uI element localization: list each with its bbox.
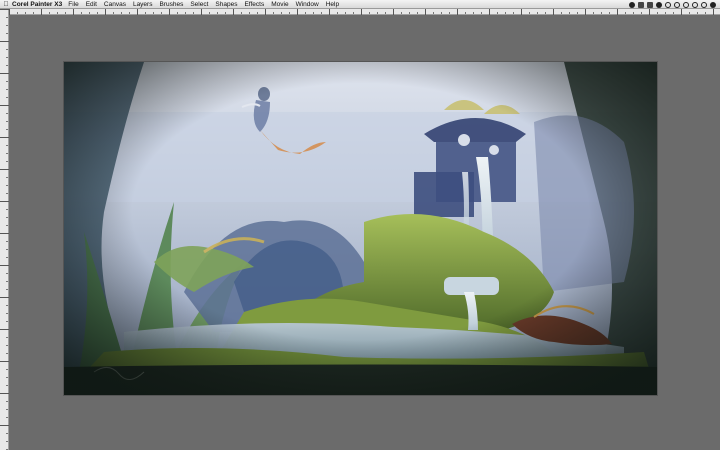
ruler-tick bbox=[681, 9, 682, 15]
menu-window[interactable]: Window bbox=[296, 1, 319, 8]
ruler-tick bbox=[0, 137, 9, 138]
ruler-tick bbox=[201, 9, 202, 15]
ruler-tick bbox=[137, 9, 138, 15]
menu-layers[interactable]: Layers bbox=[133, 1, 153, 8]
ruler-tick bbox=[0, 201, 9, 202]
ruler-tick bbox=[361, 9, 362, 15]
ruler-tick bbox=[0, 393, 9, 394]
menu-help[interactable]: Help bbox=[326, 1, 339, 8]
ruler-tick bbox=[489, 9, 490, 15]
ruler-tick bbox=[265, 9, 266, 15]
ruler-tick bbox=[457, 9, 458, 15]
ruler-tick bbox=[393, 9, 394, 15]
status-icon-10[interactable] bbox=[710, 1, 716, 8]
ruler-tick bbox=[553, 9, 554, 15]
status-icon-5[interactable] bbox=[665, 1, 671, 8]
ruler-tick bbox=[73, 9, 74, 15]
vertical-ruler[interactable] bbox=[0, 9, 9, 450]
ruler-tick bbox=[0, 233, 9, 234]
menu-file[interactable]: File bbox=[68, 1, 78, 8]
ruler-tick bbox=[0, 329, 9, 330]
menu-brushes[interactable]: Brushes bbox=[159, 1, 183, 8]
ruler-tick bbox=[585, 9, 586, 15]
status-icon-6[interactable] bbox=[674, 1, 680, 8]
menu-bar:  Corel Painter X3 File Edit Canvas Laye… bbox=[0, 0, 720, 9]
ruler-tick bbox=[649, 9, 650, 15]
status-icon-3[interactable] bbox=[647, 1, 653, 8]
ruler-tick bbox=[297, 9, 298, 15]
ruler-tick bbox=[9, 9, 10, 15]
painting-canvas[interactable] bbox=[64, 62, 657, 395]
ruler-tick bbox=[0, 73, 9, 74]
ruler-tick bbox=[0, 169, 9, 170]
menu-canvas[interactable]: Canvas bbox=[104, 1, 126, 8]
menu-shapes[interactable]: Shapes bbox=[215, 1, 237, 8]
ruler-tick bbox=[521, 9, 522, 15]
ruler-tick bbox=[425, 9, 426, 15]
menu-edit[interactable]: Edit bbox=[86, 1, 97, 8]
menu-effects[interactable]: Effects bbox=[244, 1, 264, 8]
ruler-tick bbox=[169, 9, 170, 15]
ruler-tick bbox=[0, 265, 9, 266]
ruler-tick bbox=[0, 105, 9, 106]
status-icon-2[interactable] bbox=[638, 1, 644, 8]
menu-app-name[interactable]: Corel Painter X3 bbox=[12, 1, 62, 8]
ruler-tick bbox=[41, 9, 42, 15]
menu-select[interactable]: Select bbox=[190, 1, 208, 8]
ruler-tick bbox=[617, 9, 618, 15]
status-icon-1[interactable] bbox=[629, 1, 635, 8]
ruler-tick bbox=[105, 9, 106, 15]
status-icon-4[interactable] bbox=[656, 1, 662, 8]
ruler-tick bbox=[0, 41, 9, 42]
ruler-tick bbox=[713, 9, 714, 15]
ruler-tick bbox=[0, 297, 9, 298]
horizontal-ruler[interactable] bbox=[9, 9, 720, 15]
status-icon-9[interactable] bbox=[701, 1, 707, 8]
apple-icon[interactable]:  bbox=[0, 1, 12, 8]
ruler-tick bbox=[0, 425, 9, 426]
ruler-tick bbox=[0, 361, 9, 362]
artwork bbox=[64, 62, 657, 395]
menu-movie[interactable]: Movie bbox=[271, 1, 288, 8]
ruler-tick bbox=[329, 9, 330, 15]
ruler-tick bbox=[233, 9, 234, 15]
ruler-tick bbox=[0, 9, 9, 10]
status-icon-8[interactable] bbox=[692, 1, 698, 8]
status-icons bbox=[629, 0, 716, 9]
status-icon-7[interactable] bbox=[683, 1, 689, 8]
